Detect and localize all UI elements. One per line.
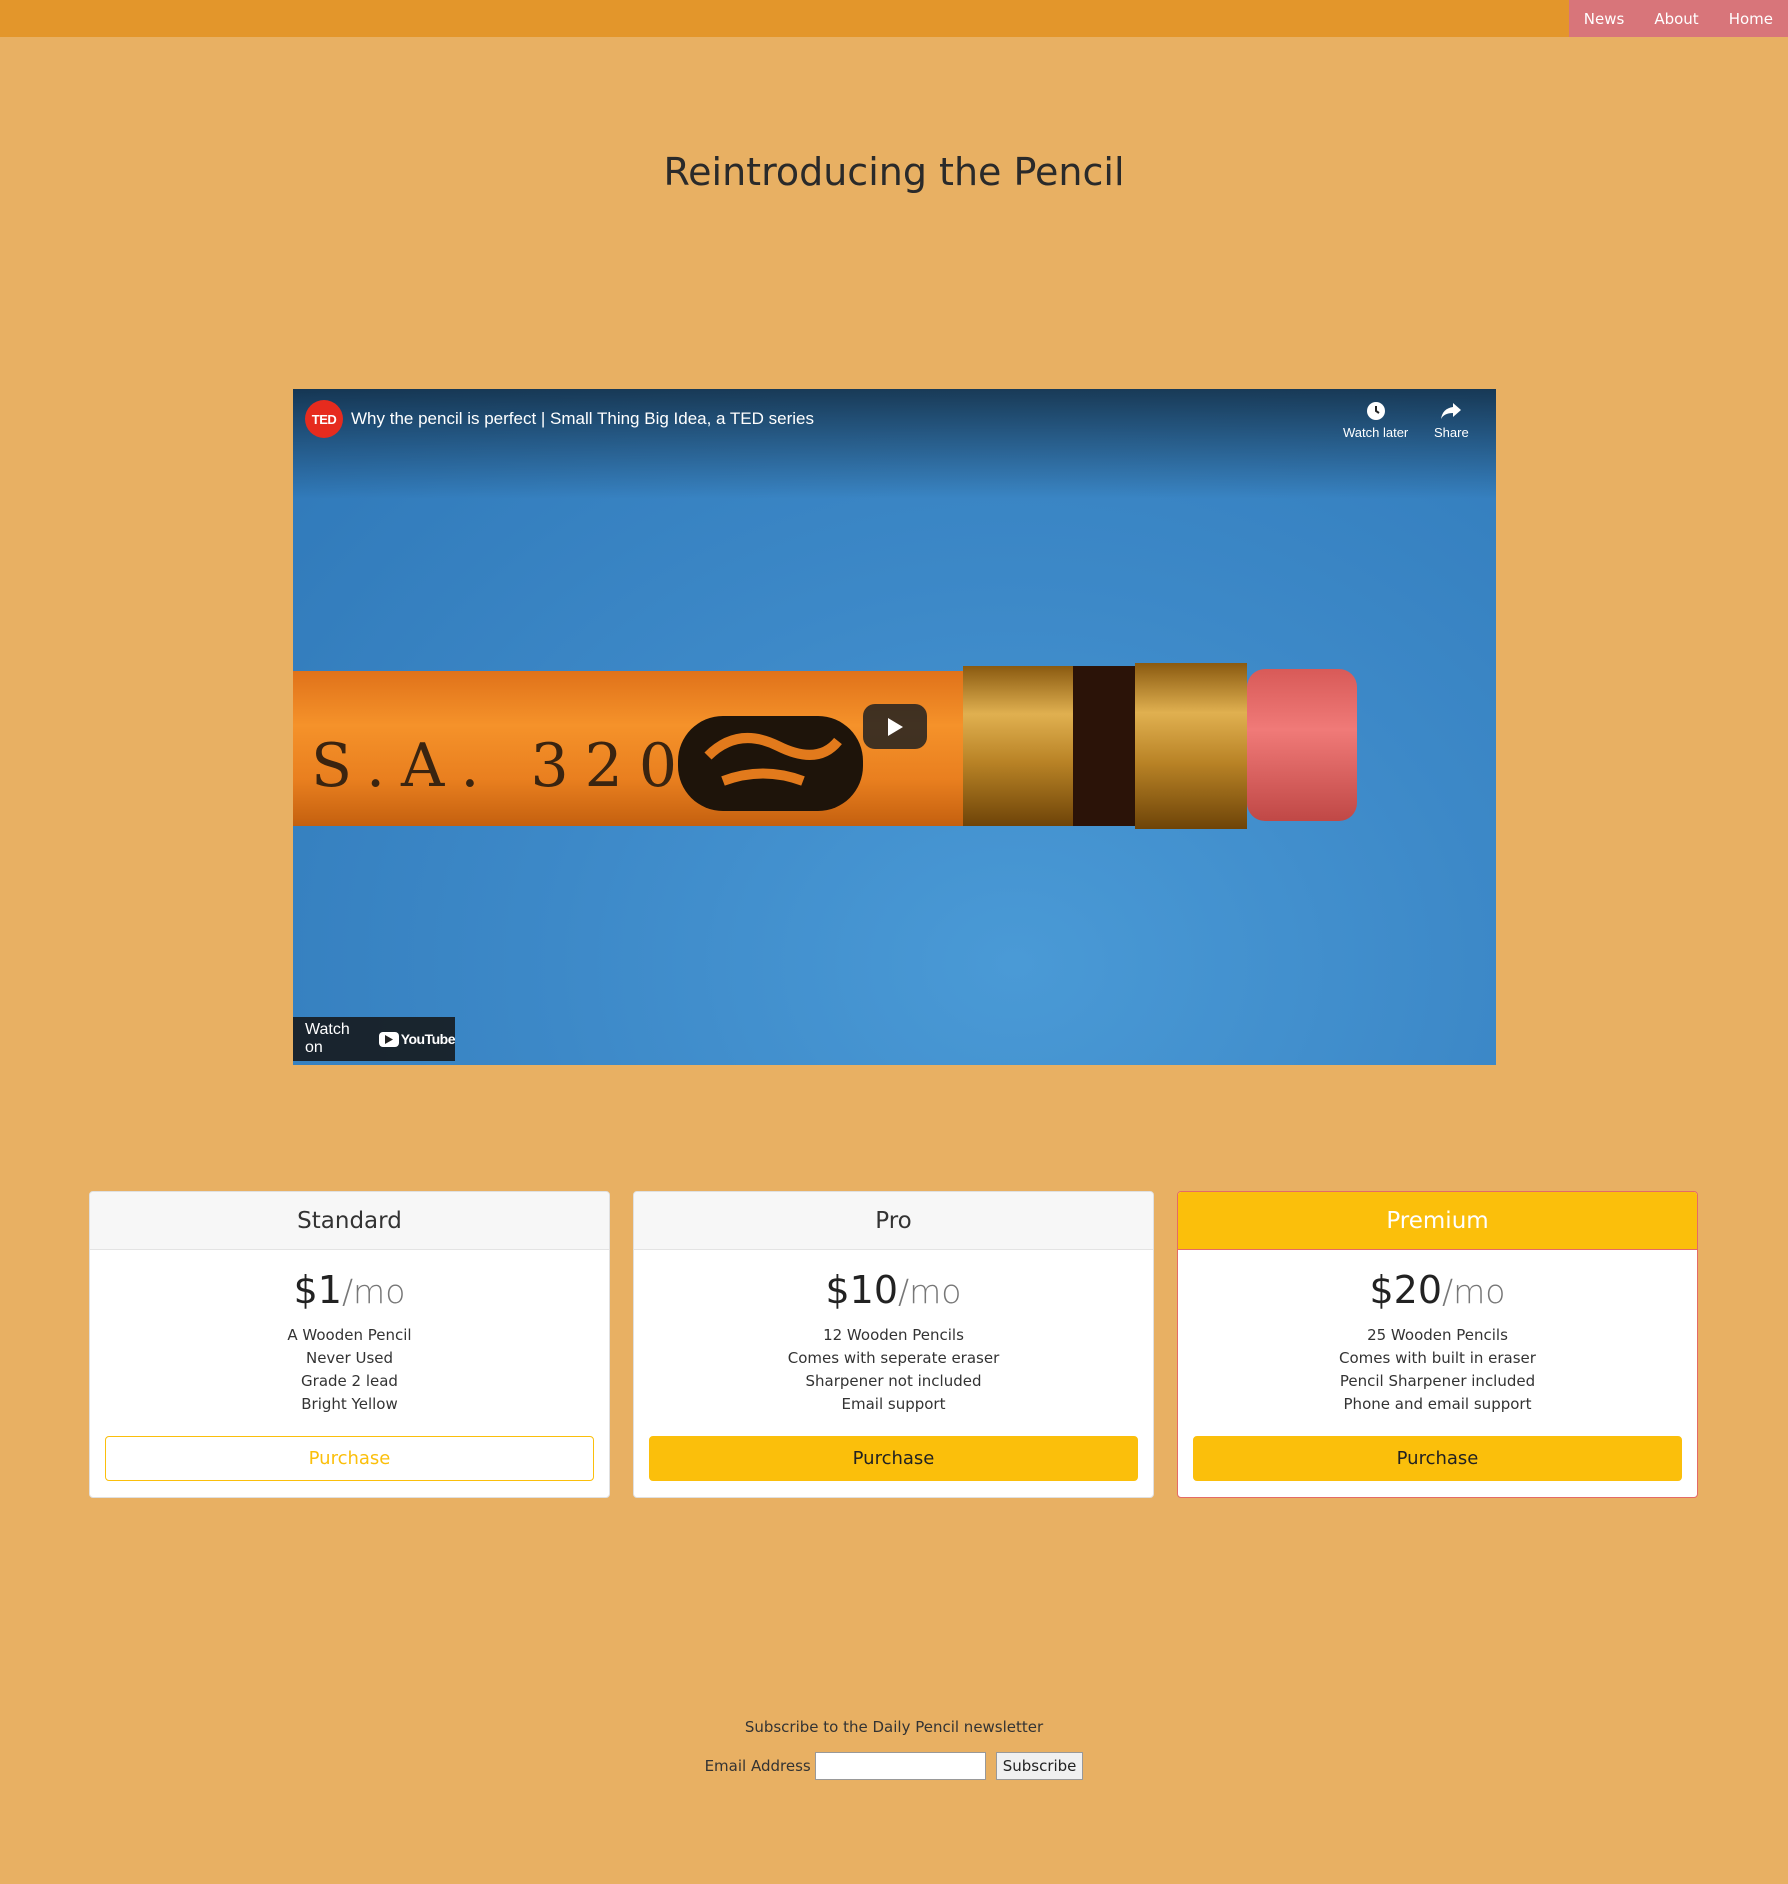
plan-card-standard: Standard $1/mo A Wooden Pencil Never Use… [89, 1191, 610, 1498]
main-nav: News About Home [1568, 0, 1788, 37]
price-period: /mo [898, 1272, 962, 1311]
price-period: /mo [341, 1272, 406, 1311]
newsletter-title: Subscribe to the Daily Pencil newsletter [744, 1718, 1044, 1736]
plan-price: $1/mo [90, 1268, 609, 1312]
watch-on-label: Watch on [305, 1021, 350, 1056]
youtube-logo: YouTube [378, 1031, 456, 1047]
video-player[interactable]: S.A. 320 TED Why the pencil is perfect |… [293, 389, 1496, 1065]
feature-item: Email support [841, 1395, 946, 1413]
feature-item: Comes with seperate eraser [787, 1349, 1000, 1367]
plan-name: Standard [90, 1192, 609, 1250]
clock-icon [1366, 402, 1385, 420]
feature-item: Sharpener not included [805, 1372, 982, 1390]
feature-item: Comes with built in eraser [1339, 1349, 1536, 1367]
purchase-button-pro[interactable]: Purchase [649, 1436, 1138, 1481]
watch-later-button[interactable]: Watch later [1343, 401, 1408, 440]
youtube-label: YouTube [400, 1031, 456, 1047]
plan-price: $10/mo [634, 1268, 1153, 1312]
feature-item: 12 Wooden Pencils [823, 1326, 964, 1344]
page-title: Reintroducing the Pencil [663, 150, 1125, 194]
nav-link-news[interactable]: News [1584, 10, 1625, 28]
plan-price: $20/mo [1178, 1268, 1697, 1312]
nav-link-about[interactable]: About [1654, 10, 1698, 28]
price-period: /mo [1442, 1272, 1506, 1311]
feature-item: Bright Yellow [301, 1395, 398, 1413]
plan-card-pro: Pro $10/mo 12 Wooden Pencils Comes with … [633, 1191, 1154, 1498]
play-button[interactable] [863, 704, 927, 749]
plan-name: Pro [634, 1192, 1153, 1250]
feature-item: A Wooden Pencil [287, 1326, 412, 1344]
share-icon [1441, 403, 1462, 419]
feature-item: 25 Wooden Pencils [1367, 1326, 1508, 1344]
ted-channel-logo[interactable]: TED [305, 400, 343, 438]
feature-item: Phone and email support [1343, 1395, 1532, 1413]
svg-text:S.A. 320: S.A. 320 [311, 731, 693, 801]
watch-on-youtube-button[interactable]: Watch on YouTube [293, 1017, 456, 1061]
feature-item: Never Used [305, 1349, 394, 1367]
plan-features: 25 Wooden Pencils Comes with built in er… [1178, 1324, 1697, 1416]
play-icon [888, 717, 903, 736]
plan-card-premium: Premium $20/mo 25 Wooden Pencils Comes w… [1177, 1191, 1698, 1498]
newsletter-form: Email Address Subscribe [0, 1752, 1788, 1780]
purchase-button-standard[interactable]: Purchase [105, 1436, 594, 1481]
nav-link-home[interactable]: Home [1729, 10, 1773, 28]
email-field[interactable] [814, 1752, 986, 1780]
subscribe-button[interactable]: Subscribe [995, 1752, 1084, 1780]
feature-item: Grade 2 lead [301, 1372, 398, 1390]
email-label: Email Address [704, 1757, 811, 1775]
price-amount: $20 [1369, 1268, 1443, 1312]
video-title[interactable]: Why the pencil is perfect | Small Thing … [351, 409, 814, 429]
plan-features: A Wooden Pencil Never Used Grade 2 lead … [90, 1324, 609, 1416]
price-amount: $1 [293, 1268, 342, 1312]
watch-later-label: Watch later [1343, 425, 1409, 440]
purchase-button-premium[interactable]: Purchase [1193, 1436, 1682, 1481]
top-bar [0, 0, 1788, 37]
feature-item: Pencil Sharpener included [1339, 1372, 1536, 1390]
plan-name: Premium [1178, 1192, 1697, 1250]
price-amount: $10 [825, 1268, 899, 1312]
share-button[interactable]: Share [1434, 401, 1469, 440]
plan-features: 12 Wooden Pencils Comes with seperate er… [634, 1324, 1153, 1416]
youtube-play-icon [378, 1031, 399, 1047]
video-top-shade [293, 389, 1496, 499]
share-label: Share [1434, 425, 1469, 440]
